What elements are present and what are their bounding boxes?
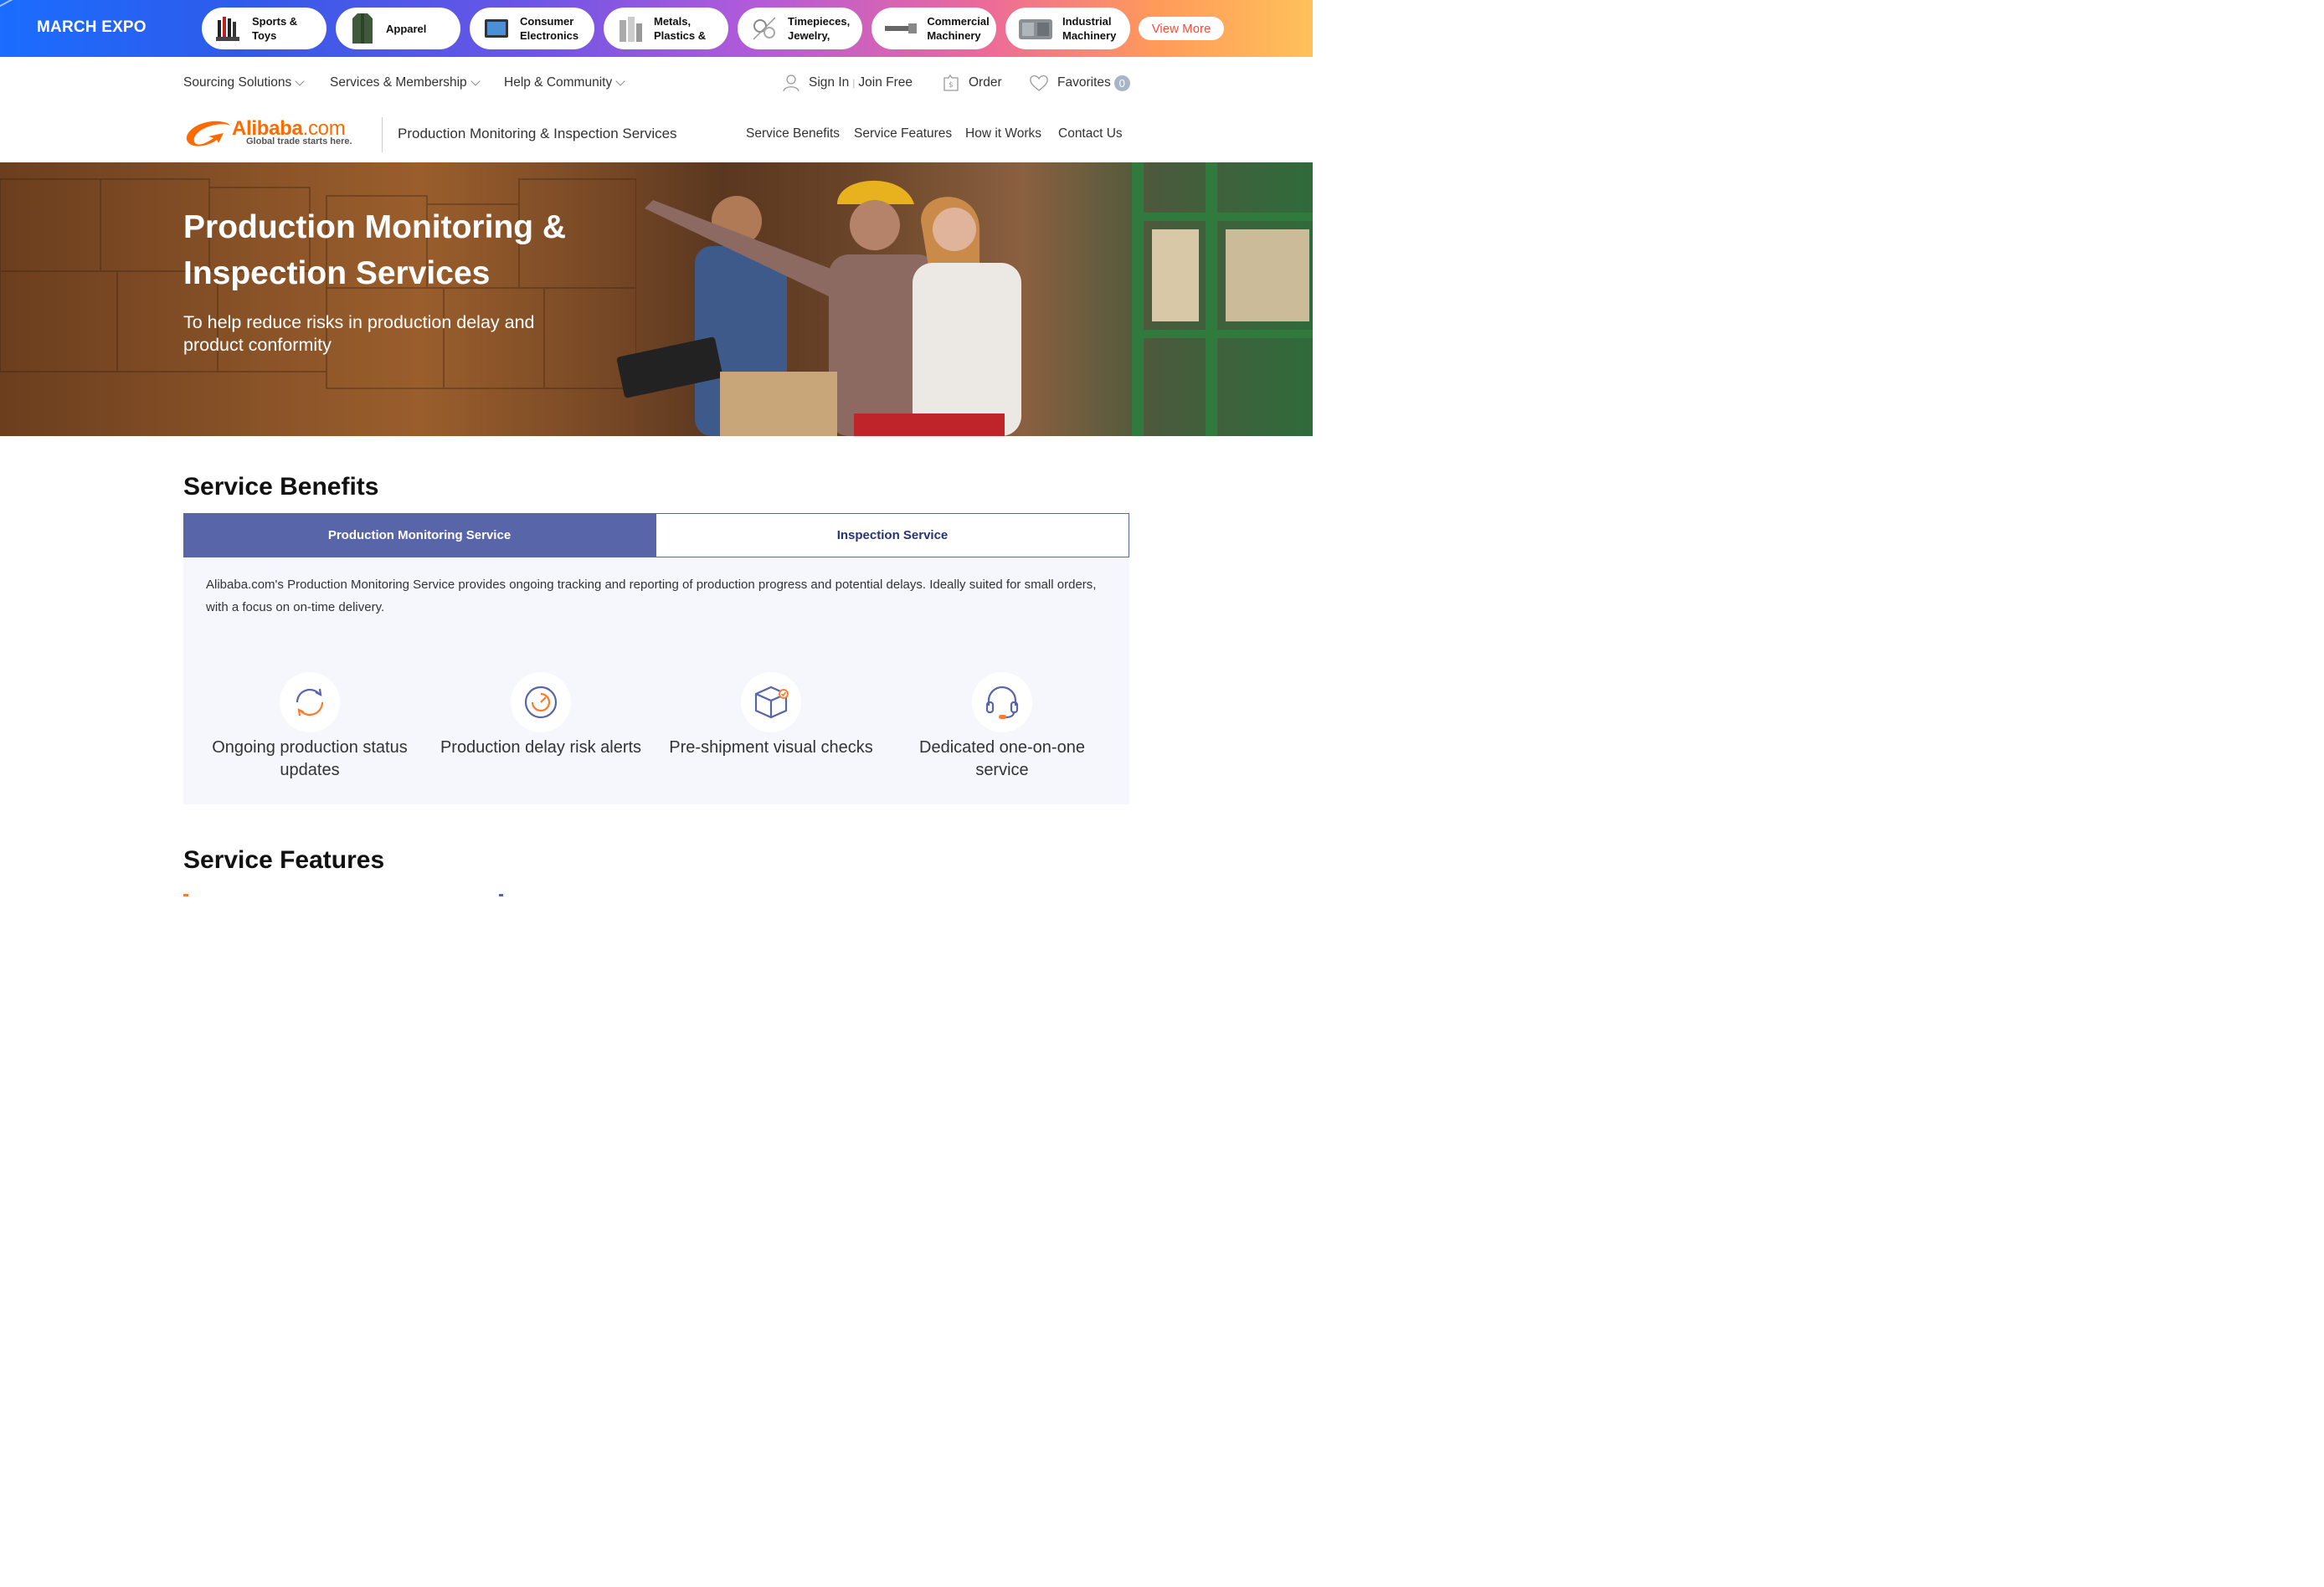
heart-icon	[1029, 74, 1049, 92]
timepieces-jewelry-thumbnail	[749, 13, 779, 44]
industrial-machinery-thumbnail	[1017, 13, 1054, 44]
benefits-tabs: Production Monitoring Service Inspection…	[183, 513, 1129, 557]
favorites-count-badge: 0	[1113, 74, 1130, 91]
hero-banner: Production Monitoring & Inspection Servi…	[0, 162, 1313, 436]
expo-category-label: Metals, Plastics &	[654, 15, 707, 42]
benefits-panel: Alibaba.com's Production Monitoring Serv…	[183, 557, 1129, 804]
expo-category-metals-plastics[interactable]: Metals, Plastics &	[604, 8, 728, 49]
expo-category-apparel[interactable]: Apparel	[336, 8, 460, 49]
metals-plastics-thumbnail	[615, 13, 645, 44]
nav-services-membership[interactable]: Services & Membership	[330, 75, 481, 90]
svg-text:$: $	[949, 81, 954, 90]
benefit-label: Pre-shipment visual checks	[669, 738, 873, 757]
secnav-service-features[interactable]: Service Features	[854, 126, 952, 141]
order-icon: $	[942, 74, 960, 92]
box-check-icon	[741, 672, 801, 732]
service-features-heading: Service Features	[183, 846, 385, 874]
nav-label: Services & Membership	[330, 75, 467, 90]
expo-category-label: Industrial Machinery	[1062, 15, 1117, 42]
header-divider	[382, 117, 383, 152]
favorites-label: Favorites	[1057, 75, 1111, 90]
separator: |	[852, 77, 856, 89]
order-label: Order	[969, 75, 1002, 90]
tab-production-monitoring[interactable]: Production Monitoring Service	[183, 513, 656, 557]
user-icon	[782, 74, 800, 92]
order-link[interactable]: $ Order	[942, 74, 1002, 92]
apparel-thumbnail	[347, 13, 378, 44]
commercial-machinery-thumbnail	[883, 13, 918, 44]
expo-category-label: Consumer Electronics	[520, 15, 579, 42]
secnav-service-benefits[interactable]: Service Benefits	[746, 126, 840, 141]
logo-tagline: Global trade starts here.	[246, 136, 352, 146]
benefit-label: Dedicated one-on-one service	[919, 738, 1085, 779]
hero-title: Production Monitoring & Inspection Servi…	[183, 209, 567, 291]
view-more-button[interactable]: View More	[1139, 17, 1224, 40]
account-area: Sign In | Join Free	[782, 74, 913, 92]
nav-label: Help & Community	[504, 75, 613, 90]
expo-category-timepieces-jewelry[interactable]: Timepieces, Jewelry,	[738, 8, 862, 49]
expo-category-commercial-machinery[interactable]: Commercial Machinery	[872, 8, 996, 49]
favorites-link[interactable]: Favorites 0	[1029, 74, 1130, 92]
alibaba-logo[interactable]: Alibaba.com Global trade starts here.	[183, 116, 364, 150]
nav-label: Sourcing Solutions	[183, 75, 292, 90]
secnav-how-it-works[interactable]: How it Works	[965, 126, 1041, 141]
benefits-description: Alibaba.com's Production Monitoring Serv…	[206, 578, 1097, 614]
benefit-label: Ongoing production status updates	[212, 738, 408, 779]
chevron-down-icon	[295, 75, 305, 86]
expo-title: MARCH EXPO	[37, 18, 147, 36]
expo-category-label: Commercial Machinery	[927, 15, 990, 42]
sign-in-link[interactable]: Sign In	[809, 75, 849, 90]
expo-category-label: Timepieces, Jewelry,	[788, 15, 851, 42]
chevron-down-icon	[615, 75, 625, 86]
inspection-workers-photo	[616, 162, 1313, 436]
chevron-down-icon	[470, 75, 481, 86]
service-benefits-heading: Service Benefits	[183, 473, 379, 501]
page-subtitle: Production Monitoring & Inspection Servi…	[398, 126, 677, 141]
feature-tab-accent	[183, 894, 188, 896]
join-free-link[interactable]: Join Free	[858, 75, 913, 90]
benefit-label: Production delay risk alerts	[440, 738, 642, 757]
consumer-electronics-thumbnail	[481, 13, 512, 44]
benefit-item: Pre-shipment visual checks	[662, 672, 880, 759]
expo-category-label: Sports & Toys	[252, 15, 298, 42]
alibaba-smile-icon	[186, 121, 230, 146]
expo-category-consumer-electronics[interactable]: Consumer Electronics	[470, 8, 594, 49]
benefit-item: Ongoing production status updates	[201, 672, 419, 782]
expo-category-label: Apparel	[386, 22, 427, 35]
expo-category-industrial-machinery[interactable]: Industrial Machinery	[1005, 8, 1130, 49]
headset-icon	[972, 672, 1032, 732]
expo-banner[interactable]: MARCH EXPO Sports & Toys Apparel Consume…	[0, 0, 1313, 57]
secnav-contact-us[interactable]: Contact Us	[1058, 126, 1123, 141]
feature-tab-accent	[499, 894, 503, 896]
tab-inspection-service[interactable]: Inspection Service	[656, 513, 1129, 557]
nav-sourcing-solutions[interactable]: Sourcing Solutions	[183, 75, 305, 90]
sports-toys-thumbnail	[213, 13, 244, 44]
benefit-item: Production delay risk alerts	[432, 672, 650, 759]
benefit-item: Dedicated one-on-one service	[893, 672, 1111, 782]
nav-help-community[interactable]: Help & Community	[504, 75, 625, 90]
hero-subtitle: To help reduce risks in production delay…	[183, 312, 535, 355]
expo-category-sports-toys[interactable]: Sports & Toys	[202, 8, 326, 49]
timer-icon	[511, 672, 571, 732]
refresh-icon	[280, 672, 340, 732]
